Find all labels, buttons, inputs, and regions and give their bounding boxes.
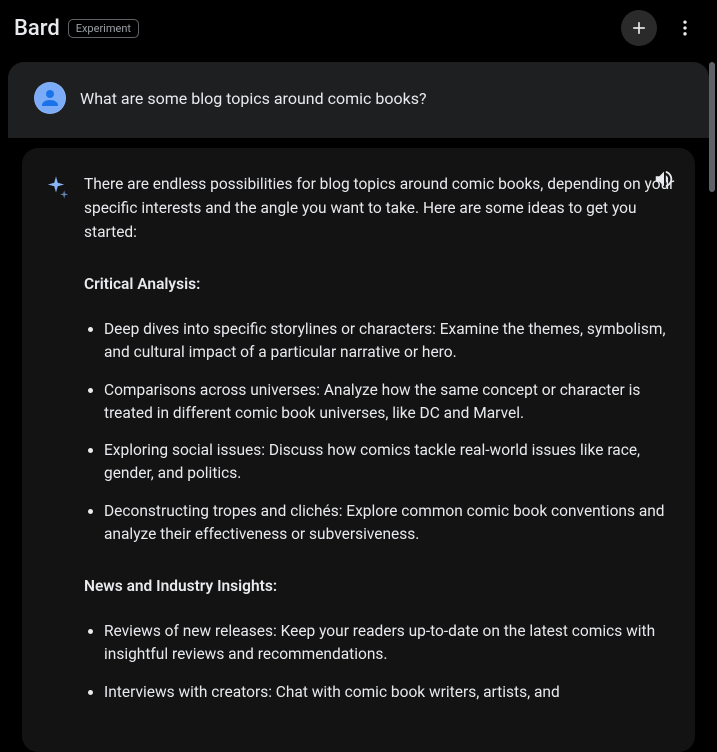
scrollbar[interactable] xyxy=(709,62,715,192)
section-heading: News and Industry Insights: xyxy=(84,574,675,598)
response-container: There are endless possibilities for blog… xyxy=(22,148,695,752)
plus-icon xyxy=(629,18,649,38)
new-chat-button[interactable] xyxy=(621,10,657,46)
response-content: There are endless possibilities for blog… xyxy=(42,172,675,732)
list-item: Deconstructing tropes and clichés: Explo… xyxy=(104,500,675,547)
header: Bard Experiment xyxy=(0,0,717,56)
speaker-icon xyxy=(653,168,675,190)
bullet-list: Deep dives into specific storylines or c… xyxy=(84,318,675,546)
user-avatar xyxy=(34,82,66,114)
experiment-badge: Experiment xyxy=(68,19,139,38)
header-left: Bard Experiment xyxy=(14,16,139,41)
list-item: Exploring social issues: Discuss how com… xyxy=(104,439,675,486)
response-intro: There are endless possibilities for blog… xyxy=(84,172,675,244)
bullet-list: Reviews of new releases: Keep your reade… xyxy=(84,620,675,704)
list-item: Interviews with creators: Chat with comi… xyxy=(104,681,675,704)
conversation-container: What are some blog topics around comic b… xyxy=(0,56,717,742)
response-text: There are endless possibilities for blog… xyxy=(84,172,675,732)
sparkle-icon xyxy=(42,174,70,202)
list-item: Comparisons across universes: Analyze ho… xyxy=(104,379,675,426)
header-right xyxy=(621,10,703,46)
read-aloud-button[interactable] xyxy=(653,168,675,194)
user-message: What are some blog topics around comic b… xyxy=(8,62,709,138)
more-options-button[interactable] xyxy=(667,10,703,46)
bard-avatar xyxy=(42,174,70,202)
more-vertical-icon xyxy=(675,18,695,38)
section-heading: Critical Analysis: xyxy=(84,272,675,296)
list-item: Reviews of new releases: Keep your reade… xyxy=(104,620,675,667)
list-item: Deep dives into specific storylines or c… xyxy=(104,318,675,365)
brand-name: Bard xyxy=(14,16,60,41)
person-icon xyxy=(38,86,62,110)
user-message-text: What are some blog topics around comic b… xyxy=(80,89,427,108)
